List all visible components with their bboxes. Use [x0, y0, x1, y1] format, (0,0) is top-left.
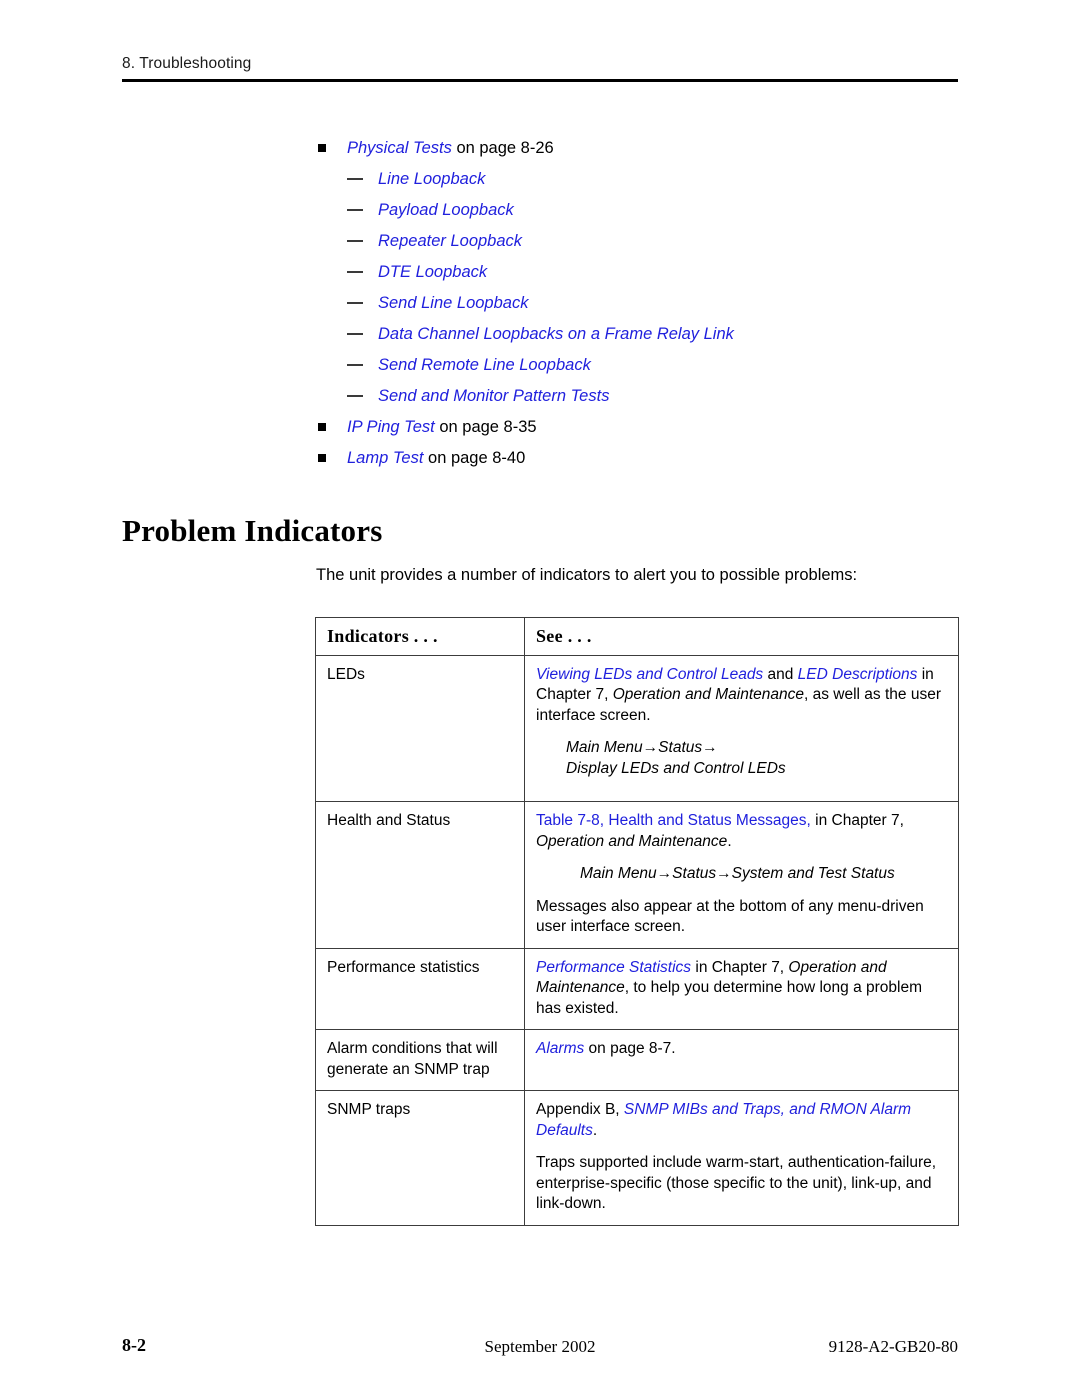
text-run: in Chapter 7, [810, 812, 904, 829]
em-dash-bullet-icon [347, 302, 363, 304]
document-page: 8. Troubleshooting Physical Tests on pag… [0, 0, 1080, 1397]
table-row: SNMP traps Appendix B, SNMP MIBs and Tra… [315, 1090, 959, 1226]
em-dash-bullet-icon [347, 364, 363, 366]
text-run: Appendix B, [536, 1101, 624, 1118]
table-row: Performance statistics Performance Stati… [315, 947, 959, 1030]
section-heading: Problem Indicators [122, 513, 383, 548]
table-row: Health and Status Table 7-8, Health and … [315, 801, 959, 949]
cross-reference-link[interactable]: Physical Tests [347, 139, 452, 157]
table-header-row: Indicators . . . See . . . [315, 617, 959, 656]
table-row: LEDs Viewing LEDs and Control Leads and … [315, 654, 959, 802]
list-item: IP Ping Test on page 8-35 [316, 412, 976, 443]
cross-reference-link[interactable]: Send Remote Line Loopback [378, 356, 591, 374]
em-dash-bullet-icon [347, 240, 363, 242]
list-item: Physical Tests on page 8-26 [316, 133, 976, 164]
menu-path-line: Display LEDs and Control LEDs [566, 759, 786, 777]
cell-indicator: Alarm conditions that will generate an S… [315, 1029, 525, 1091]
table-row: Alarm conditions that will generate an S… [315, 1029, 959, 1091]
cross-reference-link[interactable]: Performance Statistics [536, 959, 691, 976]
cell-see: Table 7-8, Health and Status Messages, i… [524, 801, 959, 949]
em-dash-bullet-icon [347, 395, 363, 397]
text-run: on page 8-7. [584, 1040, 676, 1057]
list-item: Send Remote Line Loopback [316, 350, 976, 381]
cell-indicator: Performance statistics [315, 947, 525, 1030]
cross-reference-page: on page 8-35 [434, 418, 537, 436]
cross-reference-link[interactable]: Send and Monitor Pattern Tests [378, 387, 609, 405]
running-header-text: 8. Troubleshooting [122, 55, 252, 72]
cell-see: Alarms on page 8-7. [524, 1029, 959, 1091]
column-header-indicators: Indicators . . . [315, 617, 525, 656]
book-title: Operation and Maintenance [536, 832, 728, 850]
square-bullet-icon [318, 423, 326, 431]
list-item: Lamp Test on page 8-40 [316, 443, 976, 474]
text-run: . [727, 832, 732, 850]
cell-indicator: Health and Status [315, 801, 525, 949]
footer-document-number: 9128-A2-GB20-80 [828, 1337, 958, 1356]
intro-paragraph: The unit provides a number of indicators… [316, 566, 858, 584]
text-run: in Chapter 7, [691, 958, 789, 976]
cross-reference-link[interactable]: IP Ping Test [347, 418, 435, 436]
running-header: 8. Troubleshooting [122, 55, 958, 82]
book-title: Operation and Maintenance [612, 686, 804, 703]
see-paragraph: Appendix B, SNMP MIBs and Traps, and RMO… [536, 1100, 947, 1141]
cell-indicator: LEDs [315, 654, 525, 802]
column-header-see: See . . . [524, 617, 959, 656]
cell-see: Viewing LEDs and Control Leads and LED D… [524, 654, 959, 802]
see-paragraph: Performance Statistics in Chapter 7, Ope… [536, 958, 947, 1020]
cross-reference-page: on page 8-26 [451, 139, 554, 157]
cross-reference-link[interactable]: Line Loopback [378, 170, 485, 188]
cross-reference-link[interactable]: Viewing LEDs and Control Leads [536, 666, 763, 683]
header-rule [122, 79, 958, 82]
see-paragraph: Viewing LEDs and Control Leads and LED D… [536, 665, 947, 727]
cross-reference-link[interactable]: Alarms [536, 1040, 584, 1057]
list-item: Line Loopback [316, 164, 976, 195]
em-dash-bullet-icon [347, 209, 363, 211]
cross-reference-link[interactable]: Table 7-8, Health and Status Messages, [536, 812, 811, 829]
see-paragraph: Table 7-8, Health and Status Messages, i… [536, 811, 947, 852]
list-item: Payload Loopback [316, 195, 976, 226]
cross-reference-list: Physical Tests on page 8-26 Line Loopbac… [316, 133, 976, 474]
cross-reference-page: on page 8-40 [423, 449, 526, 467]
cell-indicator: SNMP traps [315, 1090, 525, 1226]
cell-see: Appendix B, SNMP MIBs and Traps, and RMO… [524, 1090, 959, 1226]
cross-reference-link[interactable]: Repeater Loopback [378, 232, 522, 250]
menu-path: Main Menu→Status→System and Test Status [536, 864, 947, 885]
cross-reference-link[interactable]: Payload Loopback [378, 201, 514, 219]
square-bullet-icon [318, 144, 326, 152]
see-paragraph: Messages also appear at the bottom of an… [536, 897, 924, 936]
see-paragraph: Alarms on page 8-7. [536, 1039, 947, 1060]
square-bullet-icon [318, 454, 326, 462]
em-dash-bullet-icon [347, 333, 363, 335]
text-run: and [763, 665, 798, 683]
see-paragraph: Traps supported include warm-start, auth… [536, 1154, 937, 1212]
list-item: Send and Monitor Pattern Tests [316, 381, 976, 412]
em-dash-bullet-icon [347, 178, 363, 180]
cross-reference-link[interactable]: DTE Loopback [378, 263, 487, 281]
cross-reference-link[interactable]: LED Descriptions [798, 666, 918, 683]
cross-reference-link[interactable]: Send Line Loopback [378, 294, 528, 312]
list-item: Data Channel Loopbacks on a Frame Relay … [316, 319, 976, 350]
cross-reference-link[interactable]: Data Channel Loopbacks on a Frame Relay … [378, 325, 734, 343]
menu-path-line: Main Menu→Status→ [566, 739, 718, 756]
list-item: Repeater Loopback [316, 226, 976, 257]
problem-indicators-table: Indicators . . . See . . . LEDs Viewing … [315, 617, 959, 1226]
list-item: Send Line Loopback [316, 288, 976, 319]
menu-path: Main Menu→Status→ Display LEDs and Contr… [536, 738, 947, 779]
cross-reference-link[interactable]: Lamp Test [347, 449, 423, 467]
menu-path-line: Main Menu→Status→System and Test Status [580, 865, 895, 882]
text-run: . [592, 1121, 598, 1139]
list-item: DTE Loopback [316, 257, 976, 288]
cell-see: Performance Statistics in Chapter 7, Ope… [524, 947, 959, 1030]
em-dash-bullet-icon [347, 271, 363, 273]
